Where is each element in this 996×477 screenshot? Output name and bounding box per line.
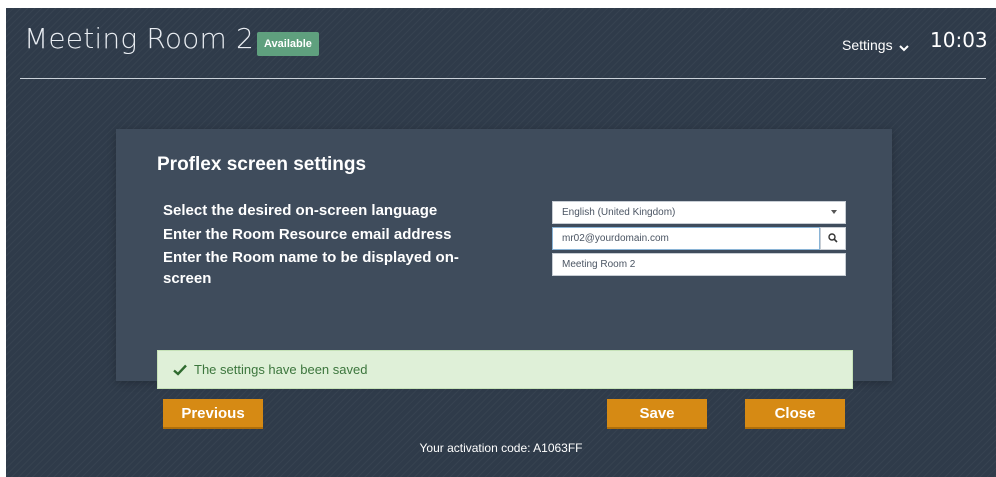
- check-icon: [173, 364, 187, 376]
- email-input-value: mr02@yourdomain.com: [562, 233, 669, 244]
- settings-panel: Proflex screen settings Select the desir…: [116, 129, 892, 381]
- language-select-value: English (United Kingdom): [562, 207, 676, 218]
- close-button[interactable]: Close: [745, 399, 845, 429]
- room-name-input[interactable]: Meeting Room 2: [552, 253, 846, 276]
- room-name-input-value: Meeting Room 2: [562, 259, 636, 270]
- room-title: Meeting Room 2: [24, 22, 255, 55]
- language-select[interactable]: English (United Kingdom): [552, 201, 846, 224]
- settings-menu[interactable]: Settings: [842, 35, 909, 55]
- email-label: Enter the Room Resource email address: [163, 226, 452, 243]
- language-label: Select the desired on-screen language: [163, 202, 438, 219]
- header: Meeting Room 2 Available Settings 10:03: [6, 8, 996, 78]
- success-message: The settings have been saved: [194, 362, 368, 377]
- clock: 10:03: [930, 28, 988, 52]
- search-icon: [828, 230, 838, 248]
- email-input[interactable]: mr02@yourdomain.com: [552, 227, 820, 250]
- caret-down-icon: [831, 210, 837, 214]
- success-alert: The settings have been saved: [157, 350, 853, 389]
- activation-code: Your activation code: A1063FF: [419, 441, 583, 455]
- previous-button[interactable]: Previous: [163, 399, 263, 429]
- email-search-button[interactable]: [820, 227, 846, 250]
- room-name-label: Enter the Room name to be displayed on-s…: [163, 249, 459, 287]
- save-button[interactable]: Save: [607, 399, 707, 429]
- panel-title: Proflex screen settings: [157, 154, 367, 175]
- chevron-down-icon: [898, 40, 909, 52]
- status-badge: Available: [257, 32, 319, 56]
- room-display-screen: Meeting Room 2 Available Settings 10:03 …: [6, 8, 996, 477]
- settings-label: Settings: [842, 37, 893, 53]
- header-divider: [20, 78, 986, 79]
